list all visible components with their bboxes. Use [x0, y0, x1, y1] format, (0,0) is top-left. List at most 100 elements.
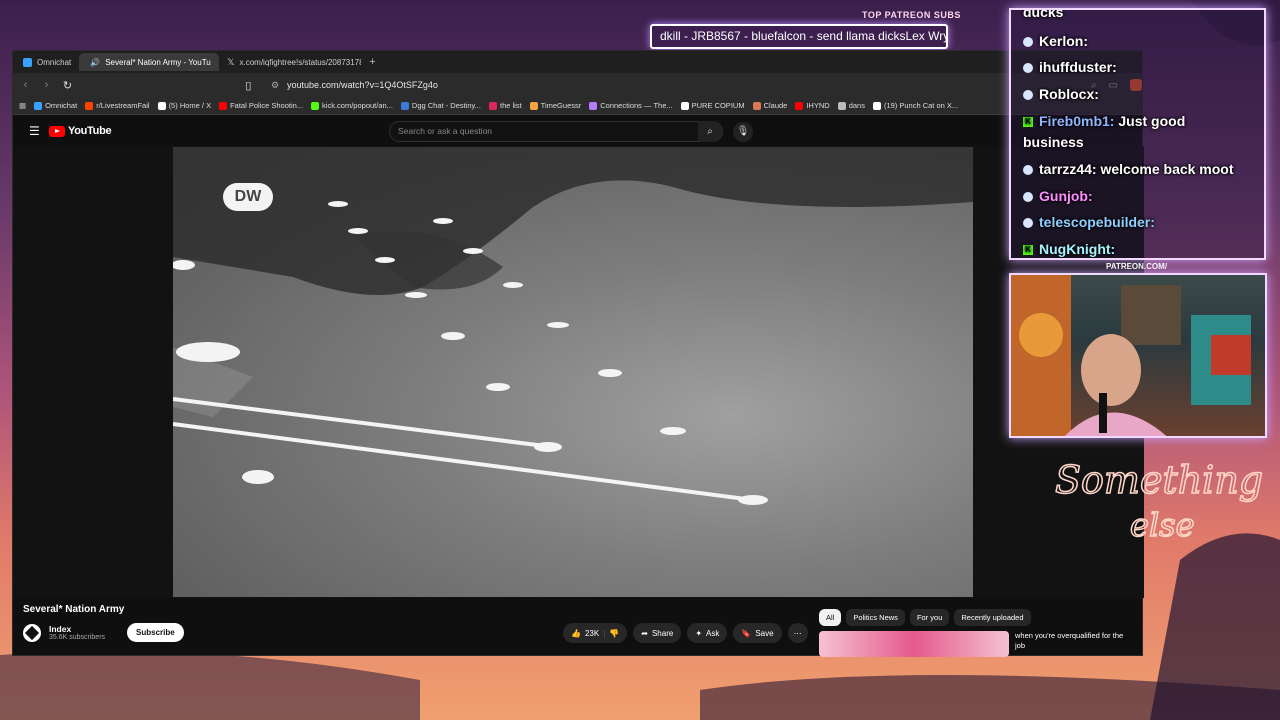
bookmark-favicon [400, 101, 409, 110]
chat-username: Kerlon: [1039, 33, 1088, 49]
video-player[interactable]: DW [173, 147, 973, 597]
bookmark-item[interactable]: the list [488, 101, 522, 110]
chat-message: business [1023, 134, 1084, 150]
search-input[interactable]: Search or ask a question ⌕ [389, 121, 723, 142]
bookmark-label: kick.com/popout/an... [322, 101, 393, 110]
apps-icon[interactable]: ▦ [19, 101, 26, 110]
recommendation-chips: All Politics News For you Recently uploa… [819, 609, 1031, 626]
share-button[interactable]: ➦ Share [633, 623, 682, 643]
forward-icon[interactable]: › [40, 79, 53, 91]
bookmark-favicon [529, 101, 538, 110]
chat-text: Just good [1118, 113, 1186, 129]
recommended-title[interactable]: when you're overqualified for the job [1015, 631, 1133, 657]
bookmark-item[interactable]: (5) Home / X [157, 101, 212, 110]
share-icon: ➦ [641, 628, 648, 638]
patreon-url-label: PATREON.COM/ [1106, 262, 1168, 271]
site-info-icon[interactable]: ⚙ [271, 80, 279, 91]
bookmark-item[interactable]: Omnichat [34, 101, 77, 110]
chat-message: K Fireb0mb1: Just good [1023, 113, 1185, 129]
channel-info: Index 35.6K subscribers [49, 624, 105, 641]
chip-recently-uploaded[interactable]: Recently uploaded [954, 609, 1031, 626]
bookmark-label: dans [848, 101, 865, 110]
bookmark-label: PURE COPIUM [691, 101, 745, 110]
channel-avatar[interactable] [23, 623, 41, 642]
chat-username: ducks [1023, 8, 1064, 20]
recommended-thumbnail[interactable] [819, 631, 1009, 657]
signature-line-1: Something [1055, 458, 1263, 502]
chip-all[interactable]: All [819, 609, 842, 626]
bookmark-favicon [680, 101, 689, 110]
tab-label: Omnichat [37, 57, 72, 67]
chip-politics-news[interactable]: Politics News [846, 609, 905, 626]
bookmark-item[interactable]: Claude [752, 101, 788, 110]
folder-icon [837, 101, 846, 110]
thumbs-up-icon: 👍 [571, 628, 581, 638]
webcam-feed [1009, 273, 1267, 438]
bookmark-item[interactable]: PURE COPIUM [680, 101, 745, 110]
browser-window: Omnichat 🔊 Several* Nation Army - YouTu … [12, 50, 1144, 657]
bookmark-label: IHYND [806, 101, 830, 110]
channel-name[interactable]: Index [49, 624, 105, 634]
bookmark-label: (5) Home / X [168, 101, 212, 110]
video-actions: 👍 23K | 👎 ➦ Share ✦ Ask 🔖 Save ⋯ [563, 623, 808, 643]
bookmark-label: the list [499, 101, 522, 110]
reload-icon[interactable]: ↻ [61, 79, 74, 92]
patreon-ticker: dkill - JRB8567 - bluefalcon - send llam… [650, 24, 948, 49]
bookmark-favicon [34, 101, 43, 110]
bookmark-icon[interactable]: ▯ [242, 79, 255, 92]
tab-bar: Omnichat 🔊 Several* Nation Army - YouTu … [13, 51, 1142, 73]
omnichat-icon [23, 57, 32, 67]
like-button[interactable]: 👍 23K | 👎 [563, 623, 628, 643]
bookmark-label: Omnichat [45, 101, 78, 110]
more-actions-button[interactable]: ⋯ [787, 623, 808, 643]
mic-icon[interactable]: 🎙 [733, 122, 753, 142]
more-icon: ⋯ [793, 628, 802, 638]
prime-badge-icon [1023, 165, 1033, 176]
tab-omnichat[interactable]: Omnichat [17, 53, 77, 71]
bookmark-item[interactable]: Dgg Chat - Destiny... [400, 101, 481, 110]
bookmark-item[interactable]: kick.com/popout/an... [311, 101, 393, 110]
youtube-logo[interactable]: YouTube [49, 125, 112, 137]
subscribe-button[interactable]: Subscribe [127, 623, 184, 642]
new-tab-button[interactable]: + [369, 56, 375, 68]
save-label: Save [755, 628, 774, 638]
recommended-video[interactable]: when you're overqualified for the job [819, 631, 1139, 657]
chat-username: Gunjob: [1039, 188, 1093, 204]
bookmark-item[interactable]: TimeGuessr [529, 101, 581, 110]
something-else-logo: Something else [1055, 457, 1264, 545]
url-input[interactable]: ⚙ youtube.com/watch?v=1Q4OtSFZg4o [263, 76, 903, 94]
bookmark-favicon [872, 101, 881, 110]
chip-for-you[interactable]: For you [909, 609, 950, 626]
ask-label: Ask [706, 628, 720, 638]
bookmark-item[interactable]: Fatal Police Shootin... [219, 101, 303, 110]
ask-button[interactable]: ✦ Ask [687, 623, 728, 643]
chat-message: Kerlon: [1023, 33, 1088, 49]
patreon-subs-label: TOP PATREON SUBS [862, 10, 961, 20]
chat-text: welcome back moot [1100, 161, 1234, 177]
bookmark-item[interactable]: IHYND [795, 101, 830, 110]
youtube-play-icon [49, 125, 65, 137]
chat-message: telescopebuilder: [1023, 214, 1155, 230]
bookmark-item[interactable]: Connections — The... [589, 101, 673, 110]
save-button[interactable]: 🔖 Save [733, 623, 782, 643]
thumbs-down-icon[interactable]: 👎 [609, 629, 619, 638]
speaker-icon: 🔊 [90, 57, 101, 67]
bookmark-item[interactable]: r/LivestreamFail [85, 101, 150, 110]
prime-badge-icon [1023, 63, 1033, 74]
bookmark-item[interactable]: (19) Punch Cat on X... [872, 101, 958, 110]
search-icon[interactable]: ⌕ [698, 121, 722, 142]
address-bar: ‹ › ↻ ▯ ⚙ youtube.com/watch?v=1Q4OtSFZg4… [13, 73, 1142, 97]
chat-message: K NugKnight: [1023, 241, 1115, 257]
bookmark-label: Claude [763, 101, 788, 110]
tab-youtube[interactable]: 🔊 Several* Nation Army - YouTu ✕ [79, 53, 220, 71]
prime-badge-icon [1023, 192, 1033, 203]
sparkle-icon: ✦ [695, 628, 703, 638]
menu-icon[interactable]: ☰ [29, 124, 40, 138]
chat-username: Roblocx: [1039, 86, 1099, 102]
bookmark-label: r/LivestreamFail [96, 101, 150, 110]
back-icon[interactable]: ‹ [19, 79, 32, 91]
video-frame [173, 147, 973, 505]
bookmark-item[interactable]: dans [837, 101, 865, 110]
tab-x-status[interactable]: 𝕏 x.com/iqfightree!s/status/208731788... [221, 53, 361, 71]
chat-text: business [1023, 134, 1084, 150]
